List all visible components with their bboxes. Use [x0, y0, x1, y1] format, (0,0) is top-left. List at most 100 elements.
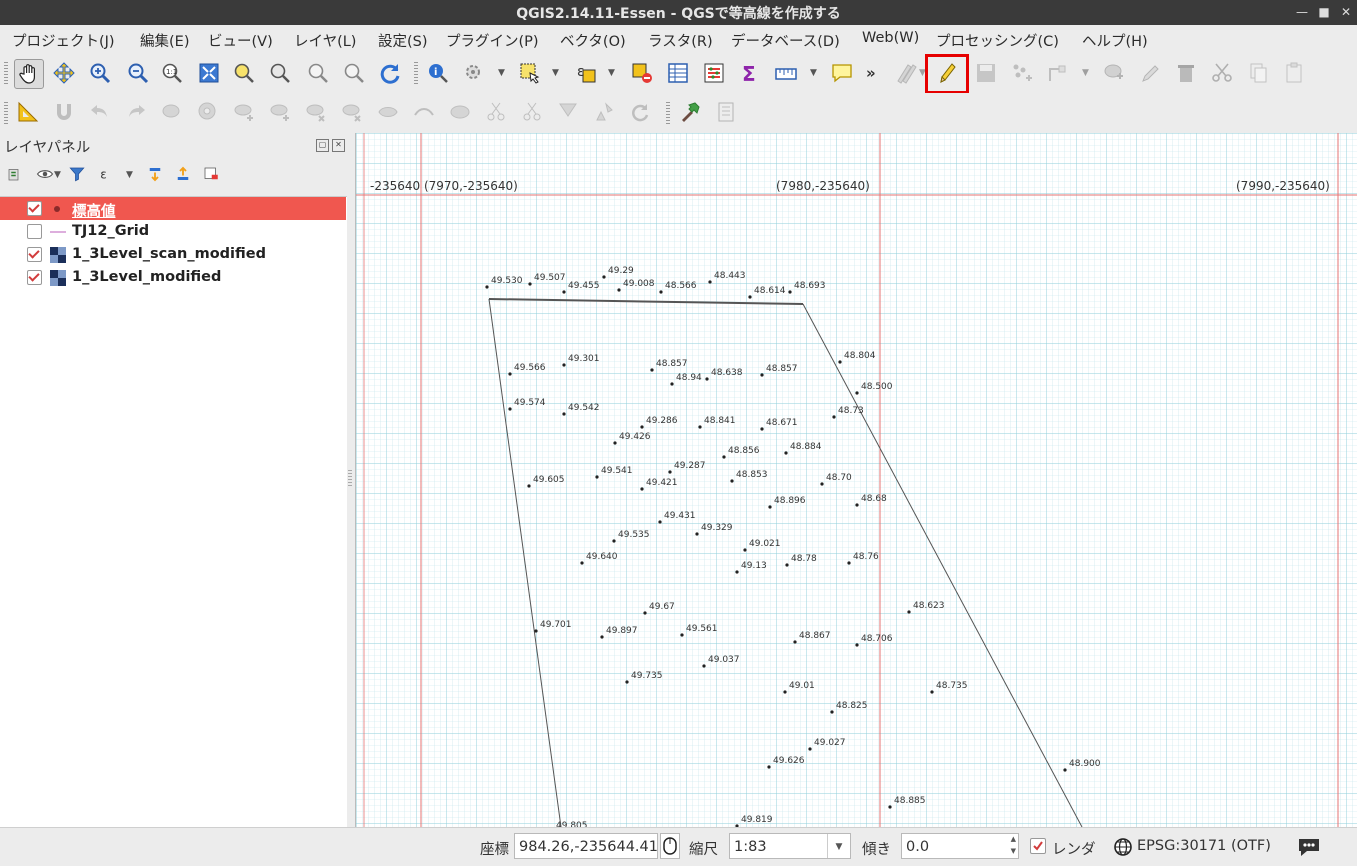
identify-button[interactable]: i — [424, 59, 452, 87]
menu-help[interactable]: ヘルプ(H) — [1082, 30, 1148, 51]
filter-expression-button[interactable]: ε — [96, 163, 118, 185]
elevation-point[interactable] — [702, 664, 706, 668]
delete-selected-button[interactable] — [1172, 59, 1200, 87]
offset-curve-button[interactable] — [410, 98, 438, 126]
add-feature-button[interactable] — [1008, 59, 1036, 87]
elevation-point[interactable] — [907, 610, 911, 614]
snapping-button[interactable] — [50, 98, 78, 126]
chevron-down-icon[interactable]: ▼ — [54, 170, 61, 180]
elevation-point[interactable] — [659, 290, 663, 294]
elevation-point[interactable] — [705, 377, 709, 381]
node-tool-button[interactable] — [1044, 59, 1072, 87]
elevation-point[interactable] — [612, 539, 616, 543]
menu-plugins[interactable]: プラグイン(P) — [446, 30, 539, 51]
elevation-point[interactable] — [855, 391, 859, 395]
rotation-spinbox[interactable]: 0.0 ▲ ▼ — [901, 833, 1019, 859]
elevation-point[interactable] — [650, 368, 654, 372]
chevron-down-icon[interactable]: ▼ — [552, 68, 559, 78]
close-icon[interactable]: ✕ — [1337, 3, 1355, 21]
toolbar-grip[interactable] — [666, 102, 670, 124]
layout-tool-button[interactable] — [712, 98, 740, 126]
elevation-point[interactable] — [600, 635, 604, 639]
elevation-point[interactable] — [832, 415, 836, 419]
refresh-button[interactable] — [376, 59, 404, 87]
split-features-button[interactable] — [446, 98, 474, 126]
float-panel-icon[interactable]: ▢ — [316, 139, 329, 152]
text-annotation-button[interactable] — [828, 59, 856, 87]
toggle-extents-button[interactable] — [660, 833, 680, 859]
elevation-point[interactable] — [625, 680, 629, 684]
elevation-point[interactable] — [534, 629, 538, 633]
elevation-point[interactable] — [562, 412, 566, 416]
elevation-point[interactable] — [528, 282, 532, 286]
elevation-point[interactable] — [695, 532, 699, 536]
chevron-down-icon[interactable]: ▼ — [1082, 68, 1089, 78]
paste-features-button[interactable] — [1280, 59, 1308, 87]
elevation-point[interactable] — [808, 747, 812, 751]
zoom-next-button[interactable] — [340, 59, 368, 87]
select-features-button[interactable] — [516, 59, 544, 87]
maximize-icon[interactable]: ■ — [1315, 3, 1333, 21]
menu-view[interactable]: ビュー(V) — [208, 30, 273, 51]
elevation-point[interactable] — [508, 372, 512, 376]
elevation-point[interactable] — [730, 479, 734, 483]
chevron-down-icon[interactable]: ▼ — [810, 68, 817, 78]
elevation-point[interactable] — [680, 633, 684, 637]
elevation-point[interactable] — [847, 561, 851, 565]
current-edits-button[interactable] — [892, 59, 920, 87]
zoom-to-selection-button[interactable] — [230, 59, 258, 87]
layer-visibility-checkbox[interactable] — [27, 201, 42, 216]
elevation-point[interactable] — [735, 570, 739, 574]
chevron-down-icon[interactable]: ▼ — [126, 170, 133, 180]
layer-visibility-checkbox[interactable] — [27, 247, 42, 262]
map-canvas[interactable]: -235640 (7970,-235640) (7980,-235640) (7… — [355, 133, 1357, 827]
zoom-in-button[interactable] — [86, 59, 114, 87]
open-layer-styling-button[interactable] — [4, 163, 26, 185]
menu-layer[interactable]: レイヤ(L) — [294, 30, 356, 51]
zoom-full-button[interactable] — [195, 59, 223, 87]
elevation-point[interactable] — [580, 561, 584, 565]
filter-legend-button[interactable] — [66, 163, 88, 185]
rotate-symbols-button[interactable] — [590, 98, 618, 126]
elevation-point[interactable] — [788, 290, 792, 294]
elevation-point[interactable] — [595, 475, 599, 479]
elevation-point[interactable] — [838, 360, 842, 364]
crs-label[interactable]: EPSG:30171 (OTF) — [1137, 838, 1271, 854]
render-checkbox[interactable] — [1030, 838, 1046, 854]
elevation-point[interactable] — [643, 611, 647, 615]
cut-features-button[interactable] — [1208, 59, 1236, 87]
layer-visibility-checkbox[interactable] — [27, 270, 42, 285]
toolbar-overflow-button[interactable]: » — [866, 64, 876, 82]
elevation-point[interactable] — [743, 548, 747, 552]
delete-part-button[interactable] — [338, 98, 366, 126]
action-button[interactable] — [460, 59, 488, 87]
elevation-point[interactable] — [640, 487, 644, 491]
elevation-point[interactable] — [760, 373, 764, 377]
spinner-arrows-icon[interactable]: ▲ ▼ — [1011, 834, 1016, 857]
deselect-button[interactable] — [628, 59, 656, 87]
elevation-point[interactable] — [562, 290, 566, 294]
expand-all-button[interactable] — [144, 163, 166, 185]
toolbar-grip[interactable] — [4, 62, 8, 84]
measure-button[interactable] — [772, 59, 800, 87]
digitizing-settings-button[interactable] — [14, 98, 42, 126]
elevation-point[interactable] — [485, 285, 489, 289]
add-part-button[interactable] — [230, 98, 258, 126]
elevation-point[interactable] — [668, 470, 672, 474]
elevation-point[interactable] — [640, 425, 644, 429]
collapse-all-button[interactable] — [172, 163, 194, 185]
layer-visibility-checkbox[interactable] — [27, 224, 42, 239]
layer-item-modified[interactable]: 1_3Level_modified — [0, 266, 346, 289]
plugin-tool-button[interactable] — [676, 98, 704, 126]
menu-edit[interactable]: 編集(E) — [140, 30, 189, 51]
redo-button[interactable] — [122, 98, 150, 126]
elevation-point[interactable] — [785, 563, 789, 567]
merge-features-button[interactable] — [518, 98, 546, 126]
menu-processing[interactable]: プロセッシング(C) — [936, 30, 1059, 51]
menu-vector[interactable]: ベクタ(O) — [560, 30, 626, 51]
chevron-down-icon[interactable]: ▼ — [498, 68, 505, 78]
visibility-button[interactable] — [34, 163, 56, 185]
fill-ring-button[interactable] — [266, 98, 294, 126]
rotate-feature-button[interactable] — [626, 98, 654, 126]
menu-settings[interactable]: 設定(S) — [378, 30, 428, 51]
